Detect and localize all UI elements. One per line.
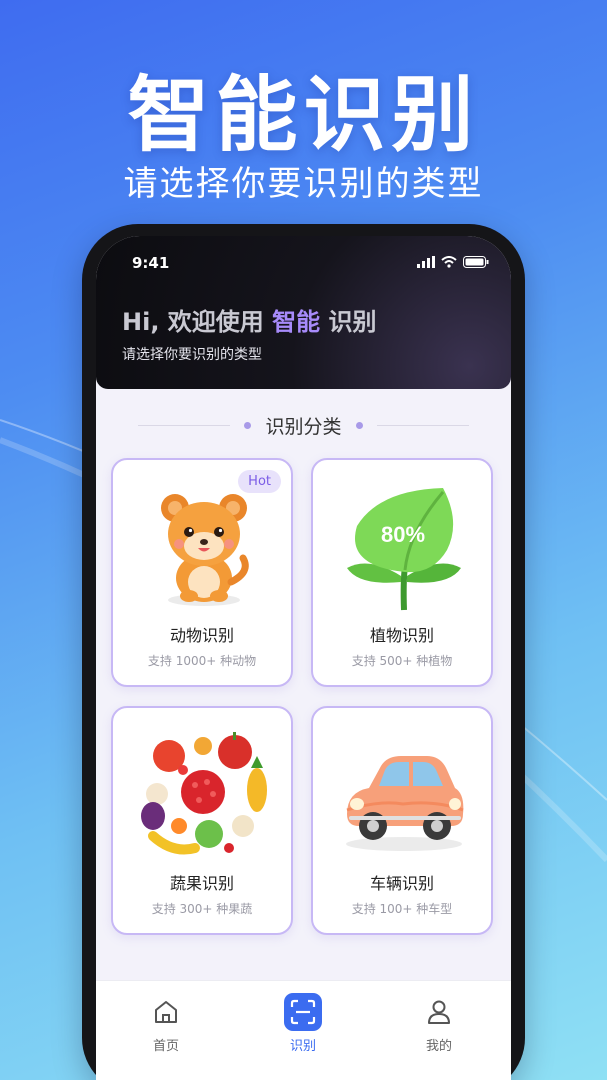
scan-icon — [284, 993, 322, 1031]
dot-icon — [244, 421, 252, 429]
battery-icon — [463, 256, 489, 268]
tab-bar: 首页 识别 我的 — [96, 980, 511, 1080]
header: 9:41 Hi, 欢迎使用 智能 识别 请选择你要识别的类型 — [96, 236, 511, 389]
greeting: Hi, 欢迎使用 智能 识别 — [122, 302, 377, 337]
promo-subtitle: 请选择你要识别的类型 — [123, 164, 484, 204]
dot-icon — [355, 421, 363, 429]
tab-profile[interactable]: 我的 — [399, 993, 479, 1054]
category-card-fruits[interactable]: 蔬果识别 支持 300+ 种果蔬 — [111, 706, 293, 935]
category-card-animal[interactable]: Hot 动物识别 支持 1000+ 种动物 — [111, 458, 293, 687]
fruits-icon — [141, 732, 267, 855]
category-desc: 支持 100+ 种车型 — [351, 902, 453, 916]
category-title: 植物识别 — [369, 626, 434, 645]
home-icon — [147, 993, 185, 1031]
status-time: 9:41 — [132, 254, 170, 272]
category-card-plant[interactable]: 80% 植物识别 支持 500+ 种植物 — [311, 458, 493, 687]
plant-percent-label: 80% — [381, 522, 425, 547]
category-title: 动物识别 — [169, 626, 234, 645]
category-title: 蔬果识别 — [169, 874, 234, 893]
greeting-suffix: 识别 — [328, 308, 377, 336]
divider — [376, 424, 469, 426]
signal-icon — [417, 256, 435, 268]
promo-title: 智能识别 — [127, 68, 480, 163]
section-title: 识别分类 — [265, 415, 342, 438]
user-icon — [420, 993, 458, 1031]
tab-scan[interactable]: 识别 — [263, 993, 343, 1054]
greeting-prefix: Hi, 欢迎使用 — [122, 308, 264, 336]
greeting-highlight: 智能 — [272, 308, 321, 336]
car-icon — [346, 756, 464, 851]
header-subtitle: 请选择你要识别的类型 — [122, 347, 262, 363]
category-desc: 支持 1000+ 种动物 — [147, 654, 257, 668]
leaf-icon: 80% — [347, 488, 461, 611]
phone-screen: 9:41 Hi, 欢迎使用 智能 识别 请选择你要识别的类型 识别分类 Hot — [96, 236, 511, 1080]
category-title: 车辆识别 — [369, 874, 434, 893]
section-header: 识别分类 — [96, 412, 511, 438]
tab-label: 我的 — [425, 1039, 452, 1054]
status-icons — [417, 256, 489, 268]
category-card-car[interactable]: 车辆识别 支持 100+ 种车型 — [311, 706, 493, 935]
tab-label: 识别 — [289, 1039, 316, 1054]
tab-label: 首页 — [152, 1039, 179, 1054]
wifi-icon — [441, 256, 457, 268]
category-desc: 支持 500+ 种植物 — [351, 654, 453, 668]
category-desc: 支持 300+ 种果蔬 — [151, 902, 253, 916]
puppy-icon — [161, 494, 249, 606]
divider — [138, 424, 231, 426]
tab-home[interactable]: 首页 — [126, 993, 206, 1054]
